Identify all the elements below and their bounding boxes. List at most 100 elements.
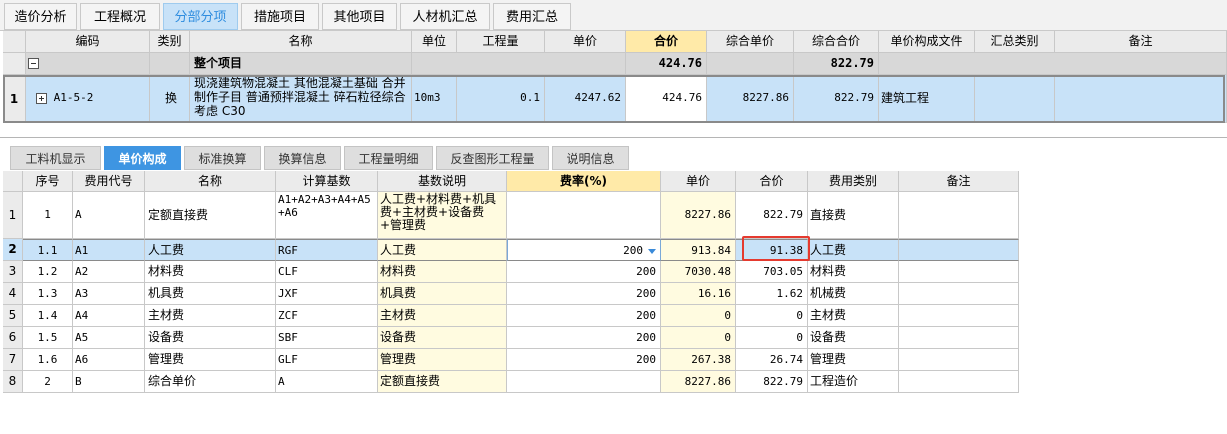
fee-code-cell[interactable]: A6	[73, 349, 145, 371]
base-desc-cell[interactable]: 材料费	[378, 261, 507, 283]
fee-name-cell[interactable]: 管理费	[145, 349, 276, 371]
fee-name-cell[interactable]: 人工费	[145, 239, 276, 261]
calc-base-cell[interactable]: A1+A2+A3+A4+A5+A6	[276, 192, 378, 239]
seq-cell[interactable]: 1.2	[23, 261, 73, 283]
col-comp-unit-header[interactable]: 综合单价	[707, 31, 794, 53]
rate-cell[interactable]: 200	[507, 305, 661, 327]
item-code[interactable]: A1-5-2	[26, 75, 150, 123]
fee-code-cell[interactable]: B	[73, 371, 145, 393]
col-total-header[interactable]: 合价	[736, 171, 808, 192]
total-cell[interactable]: 703.05	[736, 261, 808, 283]
col-comp-total-header[interactable]: 综合合价	[794, 31, 879, 53]
fee-type-cell[interactable]: 管理费	[808, 349, 899, 371]
base-desc-cell[interactable]: 人工费	[378, 239, 507, 261]
tab-unit-price-composition[interactable]: 单价构成	[104, 146, 181, 170]
note-cell[interactable]	[899, 192, 1019, 239]
seq-cell[interactable]: 1	[23, 192, 73, 239]
fee-type-cell[interactable]: 材料费	[808, 261, 899, 283]
rate-cell[interactable]	[507, 371, 661, 393]
col-unit-price-header[interactable]: 单价	[661, 171, 736, 192]
unit-price-cell[interactable]: 913.84	[661, 239, 736, 261]
fee-code-cell[interactable]: A1	[73, 239, 145, 261]
row-number[interactable]: 1	[3, 75, 26, 123]
base-desc-cell[interactable]: 设备费	[378, 327, 507, 349]
unit-price-cell[interactable]: 267.38	[661, 349, 736, 371]
col-unit-header[interactable]: 单位	[412, 31, 457, 53]
item-total[interactable]: 424.76	[626, 75, 707, 123]
fee-name-cell[interactable]: 设备费	[145, 327, 276, 349]
unit-price-cell[interactable]: 16.16	[661, 283, 736, 305]
total-cell[interactable]: 0	[736, 305, 808, 327]
base-desc-cell[interactable]: 管理费	[378, 349, 507, 371]
col-cost-file-header[interactable]: 单价构成文件	[879, 31, 975, 53]
base-desc-cell[interactable]: 定额直接费	[378, 371, 507, 393]
unit-price-cell[interactable]: 0	[661, 305, 736, 327]
fee-type-cell[interactable]: 直接费	[808, 192, 899, 239]
col-name-header[interactable]: 名称	[145, 171, 276, 192]
note-cell[interactable]	[899, 261, 1019, 283]
tab-reverse-lookup-graphics[interactable]: 反查图形工程量	[436, 146, 549, 170]
seq-cell[interactable]: 1.4	[23, 305, 73, 327]
item-summary-type[interactable]	[975, 75, 1055, 123]
expand-icon[interactable]	[36, 92, 47, 104]
tab-conversion-info[interactable]: 换算信息	[264, 146, 341, 170]
tab-quantity-detail[interactable]: 工程量明细	[344, 146, 433, 170]
tab-labor-material-summary[interactable]: 人材机汇总	[400, 3, 490, 30]
tab-sub-items[interactable]: 分部分项	[163, 3, 238, 30]
unit-price-cell[interactable]: 8227.86	[661, 371, 736, 393]
tab-fee-summary[interactable]: 费用汇总	[493, 3, 571, 30]
note-cell[interactable]	[899, 371, 1019, 393]
total-cell[interactable]: 822.79	[736, 192, 808, 239]
rate-cell[interactable]: 200	[507, 261, 661, 283]
fee-type-cell[interactable]: 机械费	[808, 283, 899, 305]
unit-price-cell[interactable]: 8227.86	[661, 192, 736, 239]
item-cost-file[interactable]: 建筑工程	[879, 75, 975, 123]
item-qty[interactable]: 0.1	[457, 75, 545, 123]
col-note-header[interactable]: 备注	[1055, 31, 1227, 53]
col-rate-header[interactable]: 费率(%)	[507, 171, 661, 192]
base-desc-cell[interactable]: 人工费+材料费+机具费+主材费+设备费+管理费	[378, 192, 507, 239]
col-unit-price-header[interactable]: 单价	[545, 31, 626, 53]
dropdown-arrow-icon[interactable]	[648, 248, 656, 254]
seq-cell[interactable]: 1.3	[23, 283, 73, 305]
item-comp-unit[interactable]: 8227.86	[707, 75, 794, 123]
fee-type-cell[interactable]: 主材费	[808, 305, 899, 327]
calc-base-cell[interactable]: CLF	[276, 261, 378, 283]
unit-price-cell[interactable]: 7030.48	[661, 261, 736, 283]
note-cell[interactable]	[899, 239, 1019, 261]
calc-base-cell[interactable]: SBF	[276, 327, 378, 349]
total-cell[interactable]: 0	[736, 327, 808, 349]
note-cell[interactable]	[899, 283, 1019, 305]
base-desc-cell[interactable]: 机具费	[378, 283, 507, 305]
tab-standard-conversion[interactable]: 标准换算	[184, 146, 261, 170]
col-seq-header[interactable]: 序号	[23, 171, 73, 192]
col-note-header[interactable]: 备注	[899, 171, 1019, 192]
fee-name-cell[interactable]: 定额直接费	[145, 192, 276, 239]
col-type-header[interactable]: 类别	[150, 31, 190, 53]
fee-name-cell[interactable]: 综合单价	[145, 371, 276, 393]
fee-code-cell[interactable]: A4	[73, 305, 145, 327]
calc-base-cell[interactable]: GLF	[276, 349, 378, 371]
calc-base-cell[interactable]: ZCF	[276, 305, 378, 327]
tab-description[interactable]: 说明信息	[552, 146, 629, 170]
item-name[interactable]: 现浇建筑物混凝土 其他混凝土基础 合并制作子目 普通预拌混凝土 碎石粒径综合考虑…	[190, 75, 412, 123]
fee-code-cell[interactable]: A2	[73, 261, 145, 283]
fee-code-cell[interactable]: A	[73, 192, 145, 239]
collapse-icon[interactable]	[28, 58, 39, 69]
seq-cell[interactable]: 2	[23, 371, 73, 393]
col-base-desc-header[interactable]: 基数说明	[378, 171, 507, 192]
col-total-header[interactable]: 合价	[626, 31, 707, 53]
rate-cell[interactable]: 200	[507, 327, 661, 349]
tab-cost-analysis[interactable]: 造价分析	[4, 3, 77, 30]
fee-code-cell[interactable]: A5	[73, 327, 145, 349]
note-cell[interactable]	[899, 349, 1019, 371]
fee-type-cell[interactable]: 人工费	[808, 239, 899, 261]
group-collapse-cell[interactable]	[26, 53, 150, 75]
rate-cell[interactable]: 200	[507, 349, 661, 371]
note-cell[interactable]	[899, 305, 1019, 327]
fee-name-cell[interactable]: 材料费	[145, 261, 276, 283]
rate-cell[interactable]: 200	[507, 283, 661, 305]
tab-other-items[interactable]: 其他项目	[322, 3, 397, 30]
col-code-header[interactable]: 编码	[26, 31, 150, 53]
base-desc-cell[interactable]: 主材费	[378, 305, 507, 327]
